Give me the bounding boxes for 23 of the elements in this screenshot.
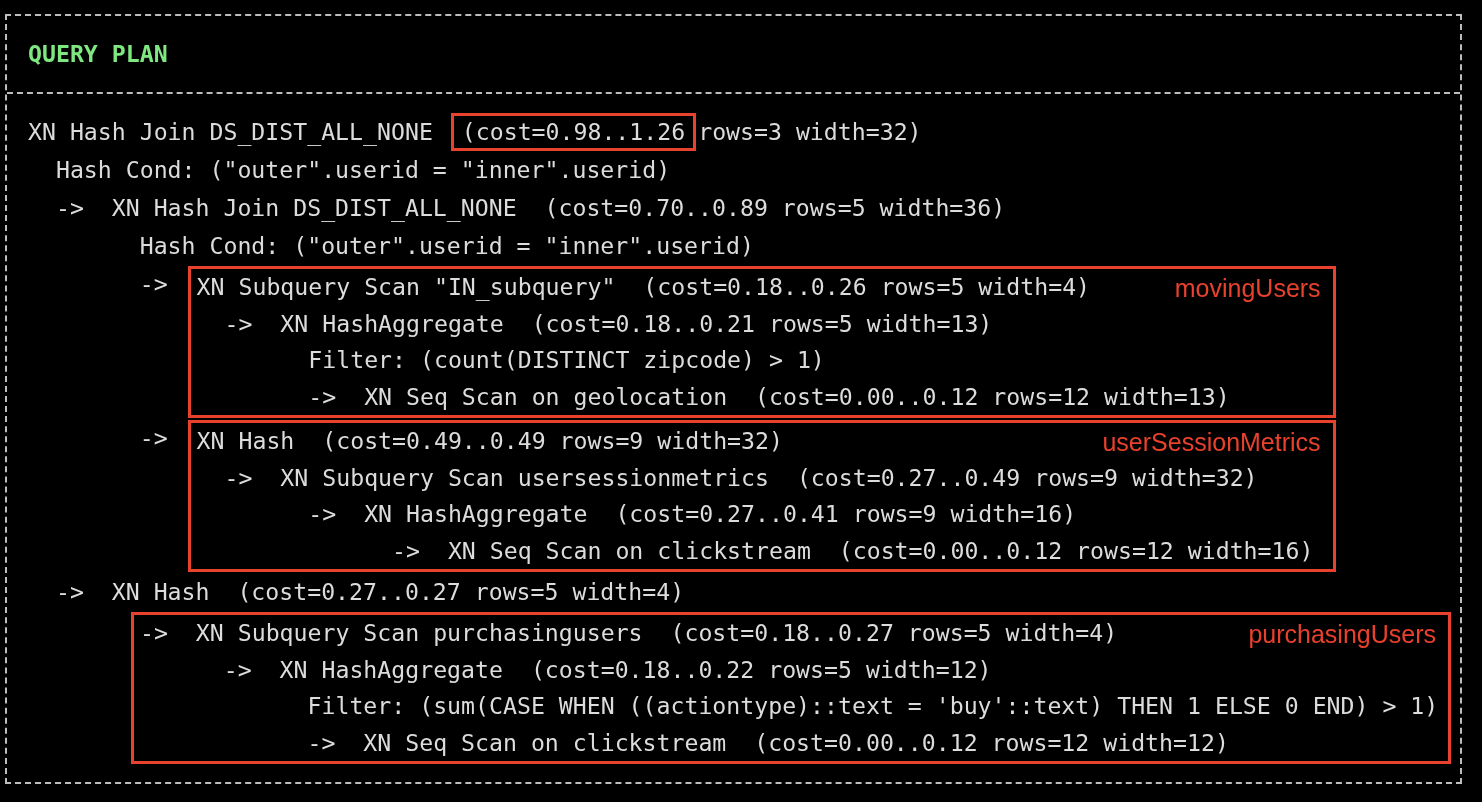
plan-line: -> XN Seq Scan on clickstream (cost=0.00..0.12 rows=12 width=16) <box>391 535 1314 566</box>
plan-line: -> XN HashAggregate (cost=0.18..0.21 rows=5 width=13) <box>223 308 993 339</box>
annotation-label: movingUsers <box>1174 273 1321 304</box>
annotation-label: userSessionMetrics <box>1102 427 1321 458</box>
plan-line: XN Hash (cost=0.49..0.49 rows=9 width=32) <box>196 426 783 456</box>
plan-line: -> XN HashAggregate (cost=0.27..0.41 rows=9 width=16) <box>307 499 1077 529</box>
plan-line: -> XN Subquery Scan purchasingusers (cost=0.18..0.27 rows=5 width=4) <box>140 618 1118 648</box>
plan-line: Filter: (sum(CASE WHEN ((actiontype)::text = 'buy'::text) THEN 1 ELSE 0 END) > 1) <box>306 691 1439 721</box>
annotation-label: purchasingUsers <box>1248 619 1436 650</box>
plan-line: Hash Cond: ("outer".userid = "inner".userid) <box>54 155 672 185</box>
arrow-text: -> <box>138 423 168 453</box>
plan-line: -> XN Subquery Scan usersessionmetrics (cost=0.27..0.49 rows=9 width=32) <box>223 462 1258 493</box>
arrow-text: -> <box>138 269 168 299</box>
plan-line: -> XN Seq Scan on geolocation (cost=0.00..0.12 rows=12 width=13) <box>307 381 1230 412</box>
plan-line: XN Subquery Scan "IN_subquery" (cost=0.18..0.26 rows=5 width=4) <box>196 272 1091 303</box>
plan-line: -> XN Seq Scan on clickstream (cost=0.00..0.12 rows=12 width=12) <box>306 727 1229 758</box>
plan-line: -> XN HashAggregate (cost=0.18..0.22 rows=5 width=12) <box>222 654 992 685</box>
plan-line: -> XN Hash (cost=0.27..0.27 rows=5 width=4) <box>54 577 686 607</box>
plan-line: Hash Cond: ("outer".userid = "inner".userid) <box>138 231 755 261</box>
plan-line: XN Hash Join DS_DIST_ALL_NONE (cost=0.98..1.26 rows=3 width=32) <box>28 113 1460 151</box>
column-header: QUERY PLAN <box>28 39 168 69</box>
plan-line: -> XN Hash Join DS_DIST_ALL_NONE (cost=0.70..0.89 rows=5 width=36) <box>54 193 1007 224</box>
plan-line: Filter: (count(DISTINCT zipcode) > 1) <box>307 345 825 375</box>
